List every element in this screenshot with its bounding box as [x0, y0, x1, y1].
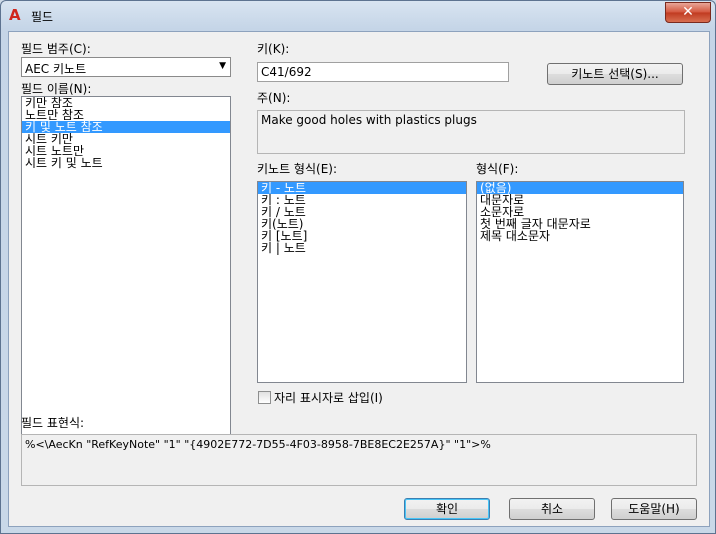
category-selected: AEC 키노트 [25, 62, 87, 76]
category-select[interactable]: AEC 키노트 ▼ [21, 57, 231, 77]
insert-placeholder-checkbox[interactable] [258, 391, 271, 404]
field-dialog: A 필드 ✕ 필드 범주(C): AEC 키노트 ▼ 필드 이름(N): 키만 … [0, 0, 716, 534]
cancel-button[interactable]: 취소 [509, 498, 595, 520]
field-expression-label: 필드 표현식: [21, 416, 85, 430]
field-names-list[interactable]: 키만 참조 노트만 참조 키 및 노트 참조 시트 키만 시트 노트만 시트 키 및 노트 [21, 96, 231, 456]
help-button[interactable]: 도움말(H) [611, 498, 697, 520]
format-item[interactable]: 제목 대소문자 [477, 230, 683, 242]
key-input[interactable]: C41/692 [257, 62, 509, 82]
note-value: Make good holes with plastics plugs [261, 113, 477, 127]
close-button[interactable]: ✕ [665, 2, 711, 23]
keynote-format-item[interactable]: 키 | 노트 [258, 242, 466, 254]
close-icon: ✕ [682, 4, 694, 20]
note-display: Make good holes with plastics plugs [257, 110, 685, 154]
category-label: 필드 범주(C): [21, 42, 91, 56]
field-expression-display: %<\AecKn "RefKeyNote" "1" "{4902E772-7D5… [21, 434, 697, 486]
select-keynote-button[interactable]: 키노트 선택(S)... [547, 63, 683, 85]
keynote-format-list[interactable]: 키 - 노트 키 : 노트 키 / 노트 키(노트) 키 [노트] 키 | 노트 [257, 181, 467, 383]
key-label: 키(K): [257, 42, 290, 56]
field-names-label: 필드 이름(N): [21, 82, 92, 96]
format-label: 형식(F): [476, 162, 519, 176]
title-bar[interactable]: A 필드 ✕ [1, 1, 715, 31]
autocad-logo-icon: A [9, 6, 21, 24]
insert-placeholder-label[interactable]: 자리 표시자로 삽입(I) [274, 389, 383, 406]
key-value: C41/692 [261, 65, 312, 79]
note-label: 주(N): [257, 91, 291, 105]
field-name-item[interactable]: 시트 키 및 노트 [22, 157, 230, 169]
chevron-down-icon: ▼ [219, 61, 226, 71]
field-expression-value: %<\AecKn "RefKeyNote" "1" "{4902E772-7D5… [25, 438, 491, 451]
dialog-body: 필드 범주(C): AEC 키노트 ▼ 필드 이름(N): 키만 참조 노트만 참… [8, 31, 710, 527]
format-list[interactable]: (없음) 대문자로 소문자로 첫 번째 글자 대문자로 제목 대소문자 [476, 181, 684, 383]
ok-button[interactable]: 확인 [404, 498, 490, 520]
keynote-format-label: 키노트 형식(E): [257, 162, 338, 176]
window-title: 필드 [31, 10, 54, 24]
